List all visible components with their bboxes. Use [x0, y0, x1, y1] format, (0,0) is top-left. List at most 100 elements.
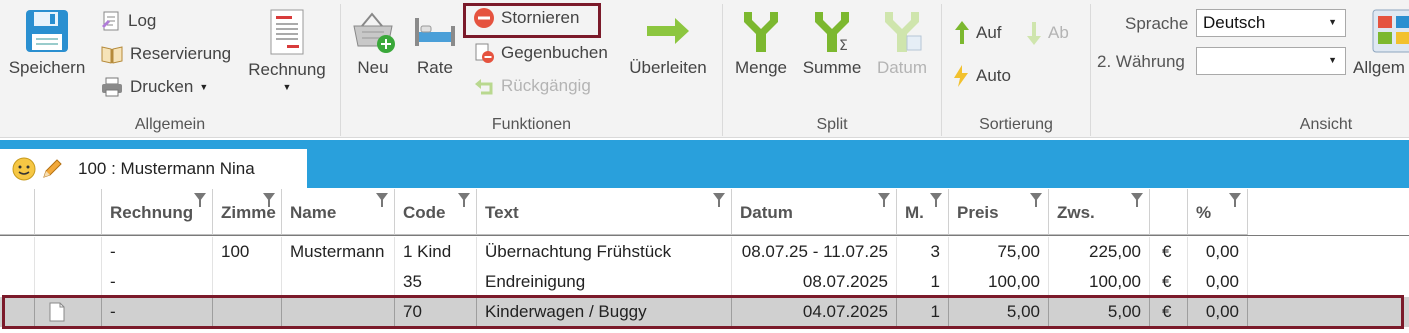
menge-label: Menge	[735, 58, 787, 77]
arrow-right-icon	[647, 18, 689, 44]
filter-icon[interactable]	[1030, 193, 1042, 207]
menge-button[interactable]: Menge	[729, 8, 793, 78]
column-header-label: %	[1196, 203, 1212, 222]
rechnung-button[interactable]: Rechnung ▼	[244, 8, 330, 92]
cell-text: Übernachtung Frühstück	[477, 237, 732, 267]
filter-icon[interactable]	[458, 193, 470, 207]
column-header-label: Zws.	[1057, 203, 1095, 222]
split-icon	[744, 12, 778, 52]
column-header-percent[interactable]: %	[1188, 189, 1248, 235]
column-header-label: Rechnung	[110, 203, 194, 222]
group-label-split: Split	[816, 116, 848, 133]
rechnung-label: Rechnung	[248, 60, 326, 79]
ueberleiten-label: Überleiten	[629, 58, 707, 77]
cell-code: 35	[395, 267, 477, 297]
group-label-funktionen: Funktionen	[491, 116, 572, 133]
column-header-datum[interactable]: Datum	[732, 189, 897, 235]
column-header-zimmer[interactable]: Zimme	[213, 189, 282, 235]
gegenbuchen-button[interactable]: Gegenbuchen	[473, 42, 608, 64]
group-split: Menge Σ Summe Datum Split	[723, 0, 941, 138]
filter-icon[interactable]	[930, 193, 942, 207]
datum-split-button[interactable]: Datum	[871, 8, 933, 78]
drucken-label: Drucken	[130, 77, 194, 96]
column-header-code[interactable]: Code	[395, 189, 477, 235]
table-row[interactable]: - 35 Endreinigung 08.07.2025 1 100,00 10…	[0, 267, 1409, 297]
highlight-stornieren	[463, 3, 601, 38]
cell-m: 3	[897, 237, 949, 267]
drucken-button[interactable]: Drucken ▼	[100, 76, 208, 98]
filter-icon[interactable]	[1229, 193, 1241, 207]
chevron-down-icon: ▼	[282, 82, 292, 92]
tiles-icon	[1372, 9, 1409, 53]
sprache-select[interactable]: Deutsch ▼	[1196, 9, 1346, 37]
save-label: Speichern	[8, 58, 86, 77]
cell-rechnung: -	[102, 237, 213, 267]
booking-grid: Rechnung Zimme Name Code Text Datum M. P…	[0, 189, 1409, 333]
filter-icon[interactable]	[713, 193, 725, 207]
filter-icon[interactable]	[263, 193, 275, 207]
cell-zimmer	[213, 267, 282, 297]
cell-preis: 75,00	[949, 237, 1049, 267]
waehrung-select[interactable]: ▼	[1196, 47, 1346, 75]
document-tabstrip: 100 : Mustermann Nina	[0, 140, 1409, 188]
invoice-icon	[270, 9, 304, 55]
row-indicator	[0, 237, 35, 267]
reservierung-button[interactable]: Reservierung	[100, 43, 231, 65]
column-header-label: M.	[905, 203, 924, 222]
sort-auto-button[interactable]: Auto	[952, 64, 1011, 88]
sort-up-label: Auf	[976, 23, 1002, 42]
rate-button[interactable]: Rate	[409, 8, 461, 78]
sort-down-label: Ab	[1048, 23, 1069, 42]
sprache-value: Deutsch	[1203, 13, 1266, 32]
sort-auto-label: Auto	[976, 66, 1011, 85]
filter-icon[interactable]	[376, 193, 388, 207]
ansicht-allgemein-button[interactable]: Allgem	[1353, 8, 1409, 78]
ansicht-allgemein-label: Allgem	[1353, 58, 1405, 77]
cell-percent: 0,00	[1188, 237, 1248, 267]
ueberleiten-button[interactable]: Überleiten	[623, 8, 713, 78]
column-header-m[interactable]: M.	[897, 189, 949, 235]
row-icon-cell	[35, 237, 102, 267]
column-header-label: Name	[290, 203, 337, 222]
rueckgaengig-button[interactable]: Rückgängig	[473, 75, 591, 97]
column-header-text[interactable]: Text	[477, 189, 732, 235]
cell-currency: €	[1150, 267, 1188, 297]
cell-name	[282, 267, 395, 297]
datum-split-label: Datum	[876, 58, 928, 77]
summe-button[interactable]: Σ Summe	[799, 8, 865, 78]
row-icon-cell	[35, 267, 102, 297]
column-header-preis[interactable]: Preis	[949, 189, 1049, 235]
column-header-label: Preis	[957, 203, 999, 222]
gegenbuchen-label: Gegenbuchen	[501, 43, 608, 62]
undo-icon	[475, 79, 493, 95]
ribbon: Speichern Log Reservierung Drucken ▼ Rec…	[0, 0, 1409, 138]
neu-button[interactable]: Neu	[347, 8, 399, 78]
table-row[interactable]: - 100 Mustermann 1 Kind Übernachtung Frü…	[0, 237, 1409, 267]
tab-reservation[interactable]: 100 : Mustermann Nina	[0, 149, 307, 188]
lightning-icon	[954, 65, 968, 87]
save-button[interactable]: Speichern	[6, 8, 88, 78]
cell-zimmer: 100	[213, 237, 282, 267]
sort-down-button[interactable]: Ab	[1026, 20, 1069, 46]
column-header-label: Datum	[740, 203, 793, 222]
group-label-ansicht: Ansicht	[1299, 116, 1353, 133]
column-header-label: Text	[485, 203, 519, 222]
highlight-selected-row	[2, 295, 1404, 329]
cell-name: Mustermann	[282, 237, 395, 267]
group-allgemein: Speichern Log Reservierung Drucken ▼ Rec…	[0, 0, 340, 138]
log-button[interactable]: Log	[100, 10, 156, 32]
cell-m: 1	[897, 267, 949, 297]
filter-icon[interactable]	[1131, 193, 1143, 207]
book-icon	[101, 46, 123, 64]
column-header-name[interactable]: Name	[282, 189, 395, 235]
group-label-allgemein: Allgemein	[134, 116, 206, 133]
column-header-zws[interactable]: Zws.	[1049, 189, 1150, 235]
cell-datum: 08.07.25 - 11.07.25	[732, 237, 897, 267]
filter-icon[interactable]	[878, 193, 890, 207]
filter-icon[interactable]	[194, 193, 206, 207]
column-header-rechnung[interactable]: Rechnung	[102, 189, 213, 235]
summe-label: Summe	[802, 58, 862, 77]
reservierung-label: Reservierung	[130, 44, 232, 63]
column-header-currency	[1150, 189, 1188, 235]
sort-up-button[interactable]: Auf	[954, 20, 1002, 46]
